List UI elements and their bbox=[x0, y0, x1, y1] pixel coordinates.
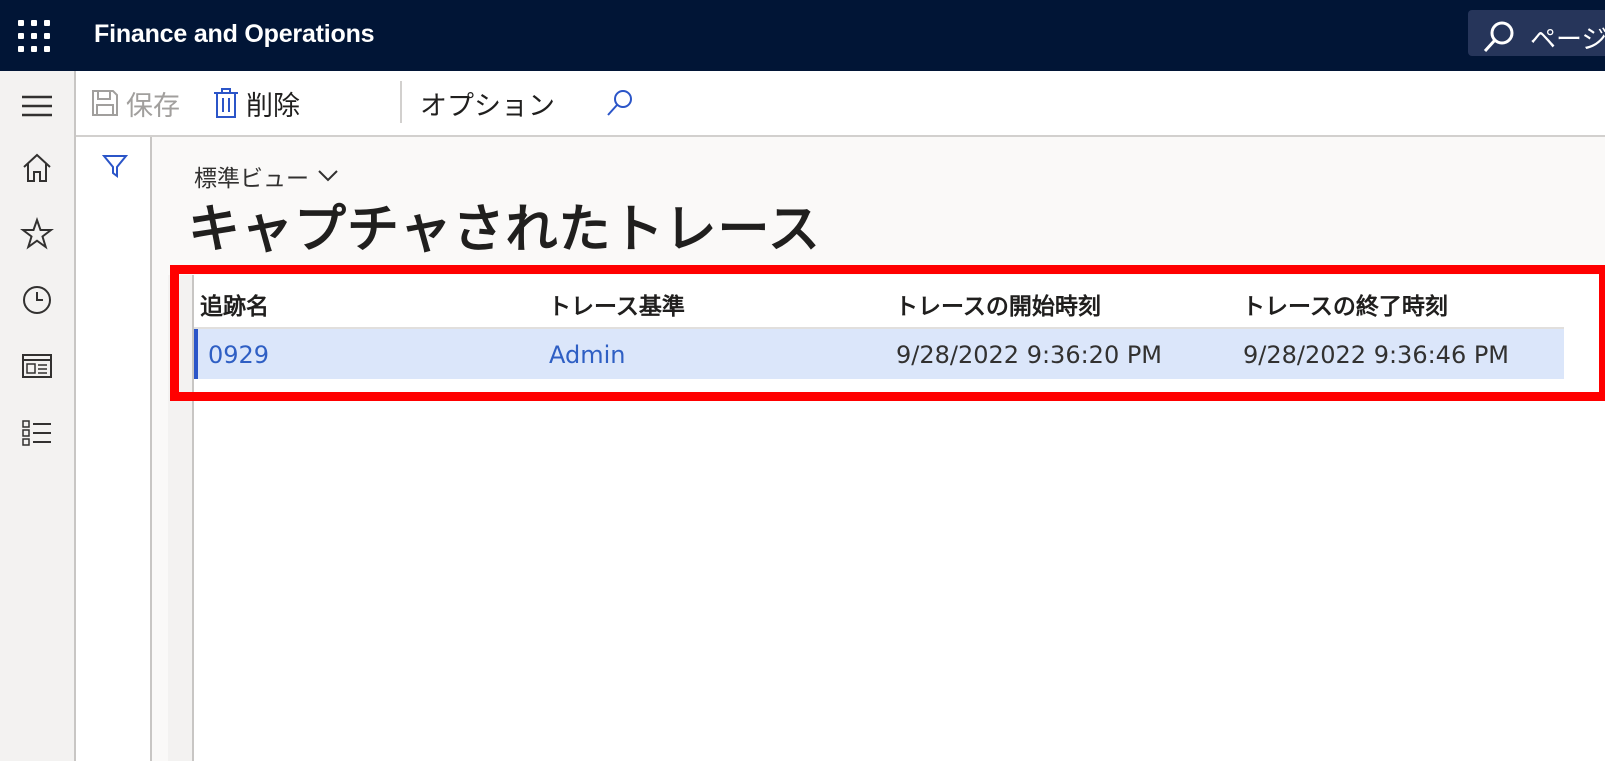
filter-pane-strip bbox=[76, 137, 152, 761]
app-title[interactable]: Finance and Operations bbox=[94, 20, 375, 49]
search-icon bbox=[1483, 21, 1514, 53]
toolbar-separator bbox=[400, 81, 402, 123]
list-icon[interactable] bbox=[20, 416, 54, 450]
table-row[interactable]: 0929 Admin 9/28/2022 9:36:20 PM 9/28/202… bbox=[194, 329, 1564, 379]
column-header-trace-basis[interactable]: トレース基準 bbox=[548, 287, 685, 321]
filter-icon[interactable] bbox=[102, 153, 128, 179]
options-label: オプション bbox=[420, 90, 555, 122]
action-pane: 保存 削除 オプション bbox=[76, 71, 1605, 137]
end-time-cell: 9/28/2022 9:36:46 PM bbox=[1243, 341, 1510, 369]
star-icon[interactable] bbox=[20, 217, 54, 251]
save-label: 保存 bbox=[126, 90, 180, 122]
column-header-end-time[interactable]: トレースの終了時刻 bbox=[1242, 287, 1448, 321]
clock-icon[interactable] bbox=[20, 283, 54, 317]
navigation-rail bbox=[0, 71, 76, 761]
delete-label: 削除 bbox=[246, 90, 300, 122]
page-search-box[interactable]: ページ bbox=[1468, 10, 1605, 56]
grid-gutter bbox=[168, 275, 192, 761]
trace-name-cell[interactable]: 0929 bbox=[208, 341, 269, 369]
app-launcher-icon[interactable] bbox=[16, 18, 52, 54]
delete-icon bbox=[214, 88, 238, 118]
top-navigation-bar: Finance and Operations ページ bbox=[0, 0, 1605, 71]
page-search-label: ページ bbox=[1530, 25, 1605, 55]
traces-grid: 追跡名 トレース基準 トレースの開始時刻 トレースの終了時刻 0929 Admi… bbox=[192, 275, 1605, 761]
page-title: キャプチャされたトレース bbox=[188, 200, 821, 260]
trace-basis-cell[interactable]: Admin bbox=[549, 341, 626, 369]
options-tab[interactable]: オプション bbox=[420, 85, 555, 122]
chevron-down-icon bbox=[318, 170, 338, 182]
menu-icon[interactable] bbox=[20, 89, 54, 123]
toolbar-search-button[interactable] bbox=[604, 85, 642, 121]
save-button[interactable]: 保存 bbox=[90, 85, 180, 122]
search-icon bbox=[607, 90, 632, 116]
save-icon bbox=[92, 90, 118, 116]
column-header-trace-name[interactable]: 追跡名 bbox=[200, 287, 269, 321]
home-icon[interactable] bbox=[20, 151, 54, 185]
column-header-start-time[interactable]: トレースの開始時刻 bbox=[895, 287, 1101, 321]
delete-button[interactable]: 削除 bbox=[212, 85, 300, 122]
start-time-cell: 9/28/2022 9:36:20 PM bbox=[896, 341, 1163, 369]
workspace-icon[interactable] bbox=[20, 349, 54, 383]
